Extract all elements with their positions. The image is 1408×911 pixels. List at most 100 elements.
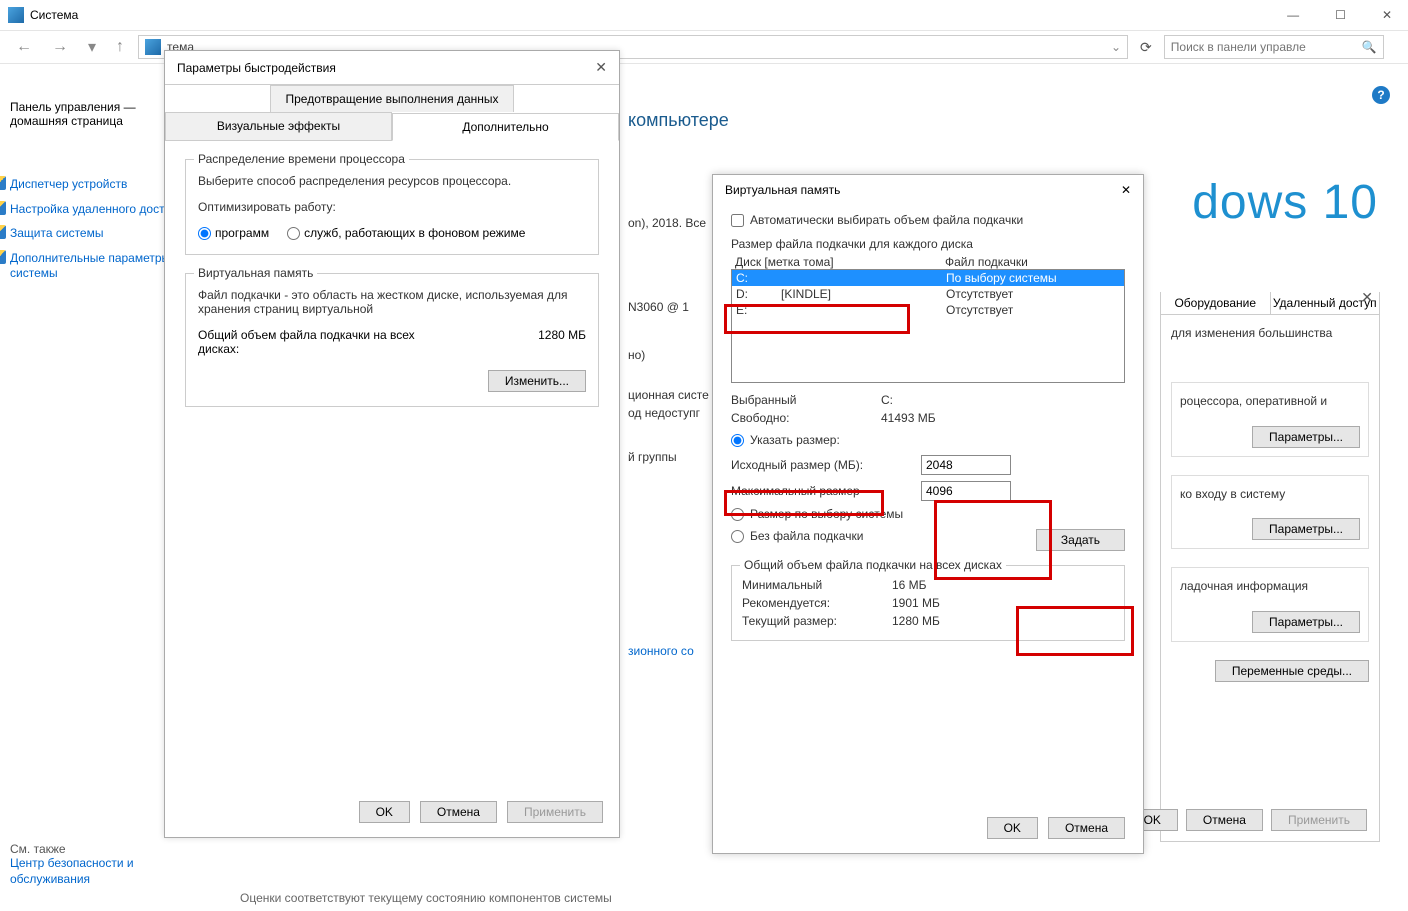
minimize-button[interactable]: — xyxy=(1279,8,1307,22)
radio-no-pagefile[interactable]: Без файла подкачки xyxy=(731,529,863,543)
window-buttons: — ☐ ✕ xyxy=(1279,8,1400,22)
radio-custom-input[interactable] xyxy=(731,434,744,447)
min-label: Минимальный xyxy=(742,578,892,592)
body-text: N3060 @ 1 xyxy=(628,300,689,314)
group-text: ко входу в систему xyxy=(1180,486,1360,503)
sysprops-tabs: Оборудование Удаленный доступ xyxy=(1161,292,1379,315)
min-value: 16 МБ xyxy=(892,578,927,592)
change-button[interactable]: Изменить... xyxy=(488,370,586,392)
search-box[interactable]: 🔍 xyxy=(1164,35,1384,59)
close-button[interactable]: ✕ xyxy=(1374,8,1400,22)
tab-hardware[interactable]: Оборудование xyxy=(1161,292,1271,314)
vmem-text: Файл подкачки - это область на жестком д… xyxy=(198,288,586,316)
footer-text: Оценки соответствуют текущему состоянию … xyxy=(240,891,612,905)
disk-row-c[interactable]: C:По выбору системы xyxy=(732,270,1124,286)
each-disk-label: Размер файла подкачки для каждого диска xyxy=(731,237,1125,251)
params-button[interactable]: Параметры... xyxy=(1252,518,1360,540)
search-icon: 🔍 xyxy=(1362,40,1377,54)
rec-label: Рекомендуется: xyxy=(742,596,892,610)
cpu-text: Выберите способ распределения ресурсов п… xyxy=(198,174,586,188)
set-button[interactable]: Задать xyxy=(1036,529,1125,551)
maximize-button[interactable]: ☐ xyxy=(1327,8,1354,22)
dropdown-history[interactable]: ▾ xyxy=(82,37,102,57)
body-text: й группы xyxy=(628,450,677,464)
params-button[interactable]: Параметры... xyxy=(1252,426,1360,448)
params-button[interactable]: Параметры... xyxy=(1252,611,1360,633)
radio-services[interactable]: служб, работающих в фоновом режиме xyxy=(287,226,525,240)
shield-icon xyxy=(0,250,6,264)
tab-advanced[interactable]: Дополнительно xyxy=(392,113,619,141)
free-label: Свободно: xyxy=(731,411,881,425)
help-icon[interactable]: ? xyxy=(1372,86,1390,104)
max-size-input[interactable] xyxy=(921,481,1011,501)
rec-value: 1901 МБ xyxy=(892,596,940,610)
back-button[interactable]: ← xyxy=(10,38,38,56)
body-text: зионного со xyxy=(628,644,694,658)
vmem-legend: Виртуальная память xyxy=(194,266,317,280)
sidebar-item-remote[interactable]: Настройка удаленного доступа xyxy=(10,199,190,218)
radio-nopf-input[interactable] xyxy=(731,530,744,543)
ok-button[interactable]: OK xyxy=(359,801,410,823)
sidebar: Панель управления — домашняя страница Ди… xyxy=(10,100,190,893)
totals-group: Общий объем файла подкачки на всех диска… xyxy=(731,565,1125,641)
vmem-total-value: 1280 МБ xyxy=(538,328,586,356)
body-text: ционная систе xyxy=(628,388,709,402)
radio-services-input[interactable] xyxy=(287,227,300,240)
selected-label: Выбранный xyxy=(731,393,881,407)
close-icon[interactable]: ✕ xyxy=(1121,183,1131,197)
hdr-pf: Файл подкачки xyxy=(945,255,1028,269)
shield-icon xyxy=(0,225,6,239)
auto-checkbox-input[interactable] xyxy=(731,214,744,227)
group-text: роцессора, оперативной и xyxy=(1180,393,1360,410)
cancel-button[interactable]: Отмена xyxy=(420,801,497,823)
auto-manage-checkbox[interactable]: Автоматически выбирать объем файла подка… xyxy=(731,213,1125,227)
sidebar-security-center[interactable]: Центр безопасности и обслуживания xyxy=(10,856,190,887)
radio-programs-input[interactable] xyxy=(198,227,211,240)
system-properties-dialog: ✕ Оборудование Удаленный доступ для изме… xyxy=(1160,292,1380,842)
sidebar-item-protection[interactable]: Защита системы xyxy=(10,223,190,242)
forward-button[interactable]: → xyxy=(46,38,74,56)
virtual-memory-dialog: Виртуальная память ✕ Автоматически выбир… xyxy=(712,174,1144,854)
disk-list[interactable]: C:По выбору системы D:[KINDLE]Отсутствуе… xyxy=(731,269,1125,383)
sidebar-item-device-manager[interactable]: Диспетчер устройств xyxy=(10,174,190,193)
disk-row-d[interactable]: D:[KINDLE]Отсутствует xyxy=(732,286,1124,302)
page-headline: компьютере xyxy=(628,110,729,131)
radio-programs[interactable]: программ xyxy=(198,226,269,240)
shield-icon xyxy=(0,201,6,215)
sidebar-item-advanced[interactable]: Дополнительные параметры системы xyxy=(10,248,190,282)
cancel-button[interactable]: Отмена xyxy=(1186,809,1263,831)
up-button[interactable]: ↑ xyxy=(110,38,130,56)
search-input[interactable] xyxy=(1171,40,1362,54)
body-text: on), 2018. Все xyxy=(628,216,706,230)
tab-visual[interactable]: Визуальные эффекты xyxy=(165,112,392,140)
initial-size-input[interactable] xyxy=(921,455,1011,475)
close-icon[interactable]: ✕ xyxy=(595,59,607,76)
disk-row-e[interactable]: E:Отсутствует xyxy=(732,302,1124,318)
tab-dep[interactable]: Предотвращение выполнения данных xyxy=(270,85,513,112)
radio-system-input[interactable] xyxy=(731,508,744,521)
dialog-title: Виртуальная память xyxy=(725,183,840,197)
close-icon[interactable]: ✕ xyxy=(1361,289,1373,306)
group-text: ладочная информация xyxy=(1180,578,1360,595)
para: для изменения большинства xyxy=(1171,325,1369,342)
cancel-button[interactable]: Отмена xyxy=(1048,817,1125,839)
performance-options-dialog: Параметры быстродействия ✕ Предотвращени… xyxy=(164,50,620,838)
chevron-down-icon[interactable]: ⌄ xyxy=(1111,40,1121,54)
system-icon xyxy=(8,7,24,23)
radio-custom-size[interactable]: Указать размер: xyxy=(731,433,1125,447)
apply-button[interactable]: Применить xyxy=(1271,809,1367,831)
ok-button[interactable]: OK xyxy=(987,817,1038,839)
env-vars-button[interactable]: Переменные среды... xyxy=(1215,660,1369,682)
apply-button[interactable]: Применить xyxy=(507,801,603,823)
cur-label: Текущий размер: xyxy=(742,614,892,628)
radio-system-managed[interactable]: Размер по выбору системы xyxy=(731,507,1125,521)
refresh-button[interactable]: ⟳ xyxy=(1136,39,1156,56)
shield-icon xyxy=(0,176,6,190)
totals-legend: Общий объем файла подкачки на всех диска… xyxy=(740,558,1006,572)
selected-value: C: xyxy=(881,393,893,407)
body-text: но) xyxy=(628,348,645,362)
see-also-label: См. также xyxy=(10,842,190,856)
cpu-legend: Распределение времени процессора xyxy=(194,152,409,166)
vmem-total-label: Общий объем файла подкачки на всех диска… xyxy=(198,328,458,356)
free-value: 41493 МБ xyxy=(881,411,936,425)
